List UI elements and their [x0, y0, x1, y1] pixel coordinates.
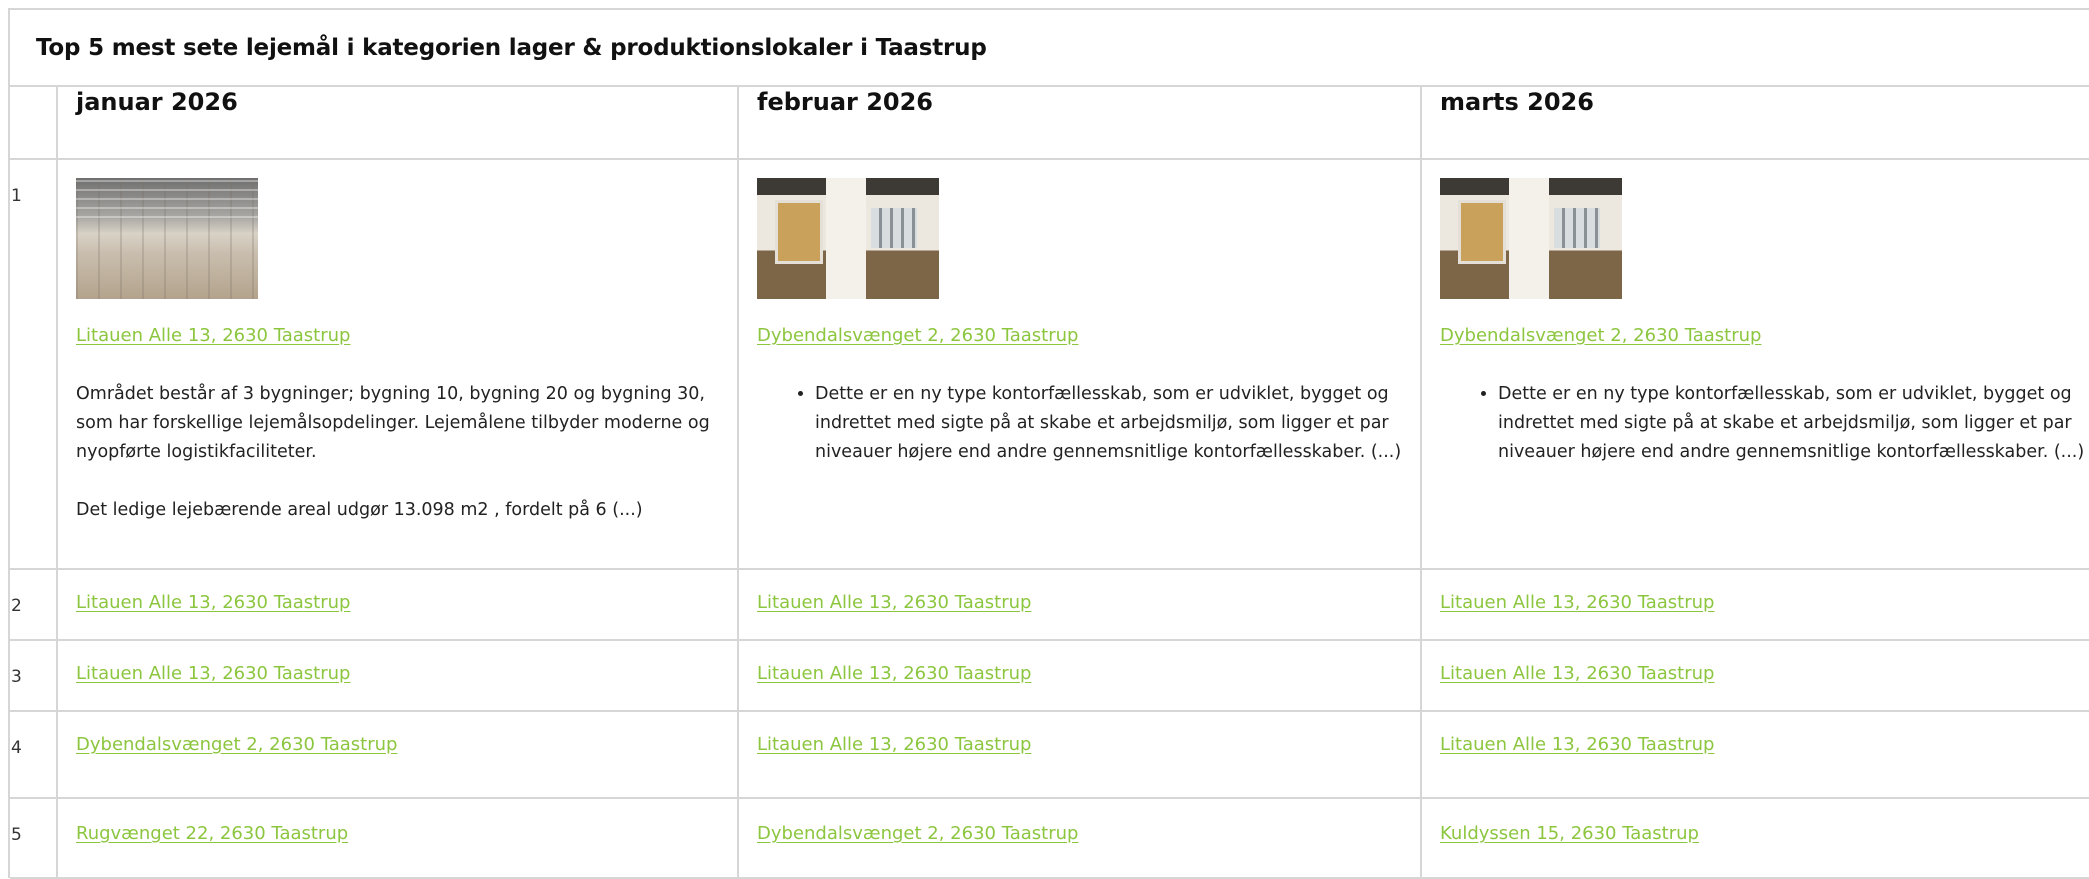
- column-header-marts: marts 2026: [1420, 87, 2089, 160]
- listing-link[interactable]: Litauen Alle 13, 2630 Taastrup: [76, 592, 350, 613]
- header-row: januar 2026 februar 2026 marts 2026: [10, 87, 2089, 160]
- listing-cell: Litauen Alle 13, 2630 Taastrup: [737, 639, 1422, 712]
- listing-link[interactable]: Dybendalsvænget 2, 2630 Taastrup: [757, 325, 1078, 346]
- listing-link[interactable]: Litauen Alle 13, 2630 Taastrup: [757, 592, 1031, 613]
- rank-number: 2: [10, 568, 58, 641]
- listing-link[interactable]: Litauen Alle 13, 2630 Taastrup: [757, 734, 1031, 755]
- listing-link[interactable]: Litauen Alle 13, 2630 Taastrup: [1440, 592, 1714, 613]
- table-row-5: 5 Rugvænget 22, 2630 Taastrup Dybendalsv…: [10, 797, 2089, 879]
- listing-cell: Litauen Alle 13, 2630 Taastrup: [737, 568, 1422, 641]
- rank-number: 3: [10, 639, 58, 712]
- listing-link[interactable]: Litauen Alle 13, 2630 Taastrup: [1440, 734, 1714, 755]
- listing-cell: Litauen Alle 13, 2630 Taastrup: [1420, 568, 2089, 641]
- column-header-februar: februar 2026: [737, 87, 1422, 160]
- description-bullet: Dette er en ny type kontorfællesskab, so…: [1498, 380, 2089, 467]
- table-row-1: 1 Litauen Alle 13, 2630 Taastrup Området…: [10, 158, 2089, 570]
- listing-cell: Litauen Alle 13, 2630 Taastrup: [56, 568, 739, 641]
- listing-cell: Kuldyssen 15, 2630 Taastrup: [1420, 797, 2089, 879]
- office-photo[interactable]: [1440, 178, 1622, 299]
- listing-link[interactable]: Rugvænget 22, 2630 Taastrup: [76, 823, 348, 844]
- rank-number: 5: [10, 797, 58, 879]
- description-bullet: Dette er en ny type kontorfællesskab, so…: [815, 380, 1402, 467]
- listing-link[interactable]: Litauen Alle 13, 2630 Taastrup: [76, 663, 350, 684]
- listing-cell: Litauen Alle 13, 2630 Taastrup: [56, 639, 739, 712]
- ranking-table-frame: Top 5 mest sete lejemål i kategorien lag…: [8, 8, 2089, 879]
- listing-link[interactable]: Dybendalsvænget 2, 2630 Taastrup: [76, 734, 397, 755]
- page-title: Top 5 mest sete lejemål i kategorien lag…: [36, 34, 987, 61]
- listing-cell: Dybendalsvænget 2, 2630 Taastrup: [56, 710, 739, 799]
- title-bar: Top 5 mest sete lejemål i kategorien lag…: [10, 10, 2089, 87]
- ranking-table: januar 2026 februar 2026 marts 2026 1 Li…: [10, 87, 2089, 879]
- rank-number: 4: [10, 710, 58, 799]
- listing-cell: Rugvænget 22, 2630 Taastrup: [56, 797, 739, 879]
- listing-cell: Dybendalsvænget 2, 2630 Taastrup Dette e…: [737, 158, 1422, 570]
- office-photo[interactable]: [757, 178, 939, 299]
- listing-cell: Dybendalsvænget 2, 2630 Taastrup Dette e…: [1420, 158, 2089, 570]
- listing-cell: Litauen Alle 13, 2630 Taastrup: [1420, 710, 2089, 799]
- column-header-januar: januar 2026: [56, 87, 739, 160]
- listing-link[interactable]: Dybendalsvænget 2, 2630 Taastrup: [1440, 325, 1761, 346]
- listing-cell: Litauen Alle 13, 2630 Taastrup: [737, 710, 1422, 799]
- description-paragraph: Det ledige lejebærende areal udgør 13.09…: [76, 500, 643, 520]
- listing-link[interactable]: Kuldyssen 15, 2630 Taastrup: [1440, 823, 1699, 844]
- listing-cell: Dybendalsvænget 2, 2630 Taastrup: [737, 797, 1422, 879]
- listing-link[interactable]: Litauen Alle 13, 2630 Taastrup: [757, 663, 1031, 684]
- listing-link[interactable]: Litauen Alle 13, 2630 Taastrup: [1440, 663, 1714, 684]
- table-row-2: 2 Litauen Alle 13, 2630 Taastrup Litauen…: [10, 568, 2089, 641]
- listing-link[interactable]: Litauen Alle 13, 2630 Taastrup: [76, 325, 350, 346]
- listing-description: Området består af 3 bygninger; bygning 1…: [76, 380, 719, 525]
- listing-description: Dette er en ny type kontorfællesskab, so…: [1440, 380, 2089, 467]
- listing-link[interactable]: Dybendalsvænget 2, 2630 Taastrup: [757, 823, 1078, 844]
- description-paragraph: Området består af 3 bygninger; bygning 1…: [76, 384, 710, 462]
- listing-cell: Litauen Alle 13, 2630 Taastrup Området b…: [56, 158, 739, 570]
- warehouse-photo[interactable]: [76, 178, 258, 299]
- listing-cell: Litauen Alle 13, 2630 Taastrup: [1420, 639, 2089, 712]
- table-row-4: 4 Dybendalsvænget 2, 2630 Taastrup Litau…: [10, 710, 2089, 799]
- table-row-3: 3 Litauen Alle 13, 2630 Taastrup Litauen…: [10, 639, 2089, 712]
- rank-header: [10, 87, 58, 160]
- listing-description: Dette er en ny type kontorfællesskab, so…: [757, 380, 1402, 467]
- rank-number: 1: [10, 158, 58, 570]
